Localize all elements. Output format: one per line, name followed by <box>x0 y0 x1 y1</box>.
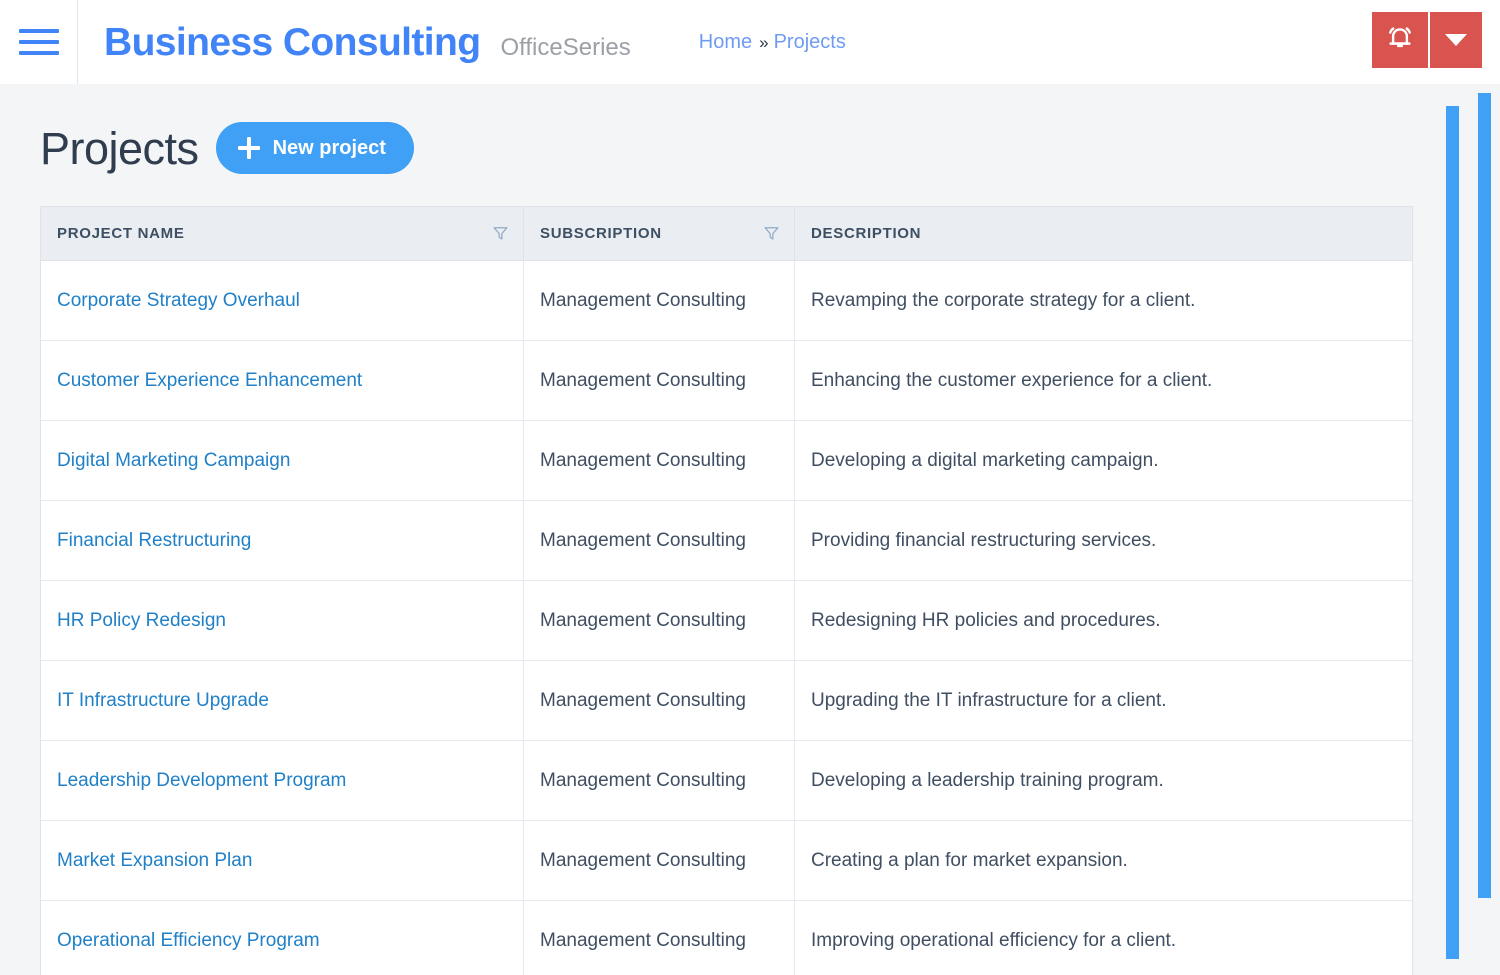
plus-icon <box>237 137 260 159</box>
cell-subscription: Management Consulting <box>523 260 795 341</box>
table-row[interactable]: HR Policy Redesign Management Consulting… <box>41 580 1412 661</box>
top-bar-actions <box>1372 12 1482 68</box>
page-header: Projects New project <box>0 84 1500 174</box>
main-content: Projects New project PROJECT NAME SUBSCR… <box>0 84 1500 975</box>
cell-subscription: Management Consulting <box>523 340 795 421</box>
project-name-link[interactable]: Corporate Strategy Overhaul <box>57 290 300 311</box>
cell-description: Improving operational efficiency for a c… <box>811 929 1177 951</box>
table-row[interactable]: Customer Experience Enhancement Manageme… <box>41 340 1412 421</box>
funnel-filter-icon-project-name[interactable] <box>492 225 509 242</box>
project-name-link[interactable]: Financial Restructuring <box>57 530 251 551</box>
column-header-project-name[interactable]: PROJECT NAME <box>41 207 524 261</box>
breadcrumb: Home » Projects <box>699 32 846 52</box>
cell-description: Enhancing the customer experience for a … <box>794 340 1412 421</box>
column-header-label: SUBSCRIPTION <box>540 225 662 242</box>
cell-description: Developing a digital marketing campaign. <box>794 420 1412 501</box>
breadcrumb-link-home[interactable]: Home <box>699 32 752 52</box>
project-name-link[interactable]: Leadership Development Program <box>57 770 346 791</box>
table-row[interactable]: Leadership Development Program Managemen… <box>41 740 1412 821</box>
project-name-link[interactable]: Market Expansion Plan <box>57 850 252 871</box>
cell-description: Developing a leadership training program… <box>794 740 1412 821</box>
brand-title: Business Consulting <box>104 20 481 64</box>
cell-subscription: Management Consulting <box>523 500 795 581</box>
brand: Business Consulting OfficeSeries <box>78 23 631 62</box>
column-header-description[interactable]: DESCRIPTION <box>794 207 1412 261</box>
notification-bell-button[interactable] <box>1372 12 1428 68</box>
column-header-subscription[interactable]: SUBSCRIPTION <box>523 207 795 261</box>
breadcrumb-separator-icon: » <box>759 33 769 52</box>
table-body: Corporate Strategy Overhaul Management C… <box>41 260 1412 975</box>
cell-description: Upgrading the IT infrastructure for a cl… <box>794 660 1412 741</box>
hamburger-bar <box>18 40 59 44</box>
funnel-filter-icon-subscription[interactable] <box>763 225 780 242</box>
brand-subtitle: OfficeSeries <box>500 33 631 61</box>
table-row[interactable]: Market Expansion Plan Management Consult… <box>41 820 1412 901</box>
cell-project-name: Market Expansion Plan <box>41 820 524 901</box>
cell-project-name: Operational Efficiency Program <box>41 900 524 975</box>
cell-description: Providing financial restructuring servic… <box>794 500 1412 581</box>
cell-project-name: Customer Experience Enhancement <box>41 340 524 421</box>
table-row[interactable]: Financial Restructuring Management Consu… <box>41 500 1412 581</box>
cell-project-name: IT Infrastructure Upgrade <box>41 660 524 741</box>
project-name-link[interactable]: HR Policy Redesign <box>57 610 226 631</box>
cell-subscription: Management Consulting <box>523 740 795 821</box>
table-row[interactable]: Operational Efficiency Program Managemen… <box>41 900 1412 975</box>
inner-content-scrollbar[interactable] <box>1446 106 1459 959</box>
cell-project-name: Financial Restructuring <box>41 500 524 581</box>
top-navigation-bar: Business Consulting OfficeSeries Home » … <box>0 0 1500 84</box>
cell-subscription: Management Consulting <box>523 420 795 501</box>
cell-subscription: Management Consulting <box>523 900 795 975</box>
cell-description: Creating a plan for market expansion. <box>794 820 1412 901</box>
hamburger-bar <box>18 51 59 55</box>
table-header-row: PROJECT NAME SUBSCRIPTION DESCRIPTION <box>41 207 1412 261</box>
project-name-link[interactable]: Customer Experience Enhancement <box>57 370 362 391</box>
table-row[interactable]: Corporate Strategy Overhaul Management C… <box>41 260 1412 341</box>
page-scrollbar[interactable] <box>1478 93 1491 898</box>
table-row[interactable]: Digital Marketing Campaign Management Co… <box>41 420 1412 501</box>
cell-description: Revamping the corporate strategy for a c… <box>794 260 1412 341</box>
project-name-link[interactable]: Digital Marketing Campaign <box>57 450 290 471</box>
hamburger-bar <box>18 29 59 33</box>
chevron-down-icon <box>1445 34 1467 46</box>
cell-project-name: Digital Marketing Campaign <box>41 420 524 501</box>
breadcrumb-link-projects[interactable]: Projects <box>774 32 846 52</box>
projects-table-container: PROJECT NAME SUBSCRIPTION DESCRIPTION Co… <box>40 206 1413 975</box>
new-project-button[interactable]: New project <box>215 122 414 174</box>
project-name-link[interactable]: Operational Efficiency Program <box>57 930 320 951</box>
new-project-button-label: New project <box>272 137 386 159</box>
cell-subscription: Management Consulting <box>523 580 795 661</box>
column-header-label: DESCRIPTION <box>811 225 922 242</box>
column-header-label: PROJECT NAME <box>57 225 185 242</box>
user-dropdown-button[interactable] <box>1428 12 1482 68</box>
table-header: PROJECT NAME SUBSCRIPTION DESCRIPTION <box>41 207 1412 261</box>
cell-project-name: Corporate Strategy Overhaul <box>41 260 524 341</box>
table-row[interactable]: IT Infrastructure Upgrade Management Con… <box>41 660 1412 741</box>
cell-project-name: Leadership Development Program <box>41 740 524 821</box>
project-name-link[interactable]: IT Infrastructure Upgrade <box>57 690 269 711</box>
cell-project-name: HR Policy Redesign <box>41 580 524 661</box>
cell-subscription: Management Consulting <box>523 820 795 901</box>
alarm-bell-icon <box>1385 23 1415 58</box>
projects-table: PROJECT NAME SUBSCRIPTION DESCRIPTION Co… <box>41 207 1412 975</box>
hamburger-menu-icon[interactable] <box>0 0 78 84</box>
page-title: Projects <box>40 122 199 174</box>
cell-description: Redesigning HR policies and procedures. <box>794 580 1412 661</box>
cell-subscription: Management Consulting <box>523 660 795 741</box>
